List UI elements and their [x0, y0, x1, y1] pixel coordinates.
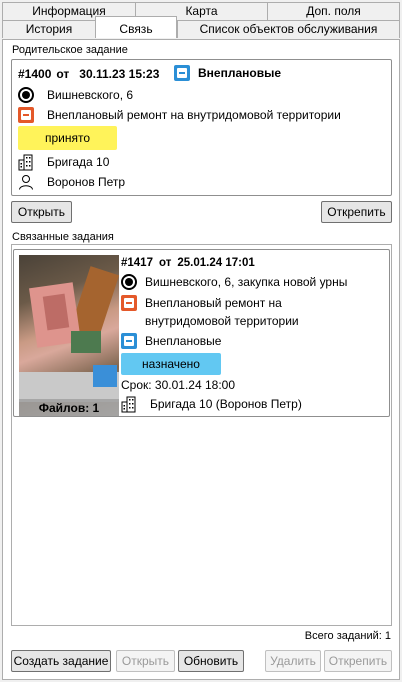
parent-work-type: Внеплановый ремонт на внутридомовой терр… [47, 108, 341, 122]
building-icon [121, 395, 137, 413]
unpin-linked-button[interactable]: Открепить [324, 650, 392, 672]
open-linked-button[interactable]: Открыть [116, 650, 175, 672]
linked-brigade: Бригада 10 (Воронов Петр) [150, 397, 302, 411]
total-tasks-label: Всего заданий: 1 [304, 630, 391, 642]
parent-task-date: 30.11.23 15:23 [79, 67, 160, 81]
parent-person: Воронов Петр [47, 175, 126, 189]
blue-calendar-icon [121, 333, 137, 349]
tab-extra-fields[interactable]: Доп. поля [267, 2, 400, 20]
tab-history[interactable]: История [2, 20, 95, 38]
parent-status-badge: принято [18, 126, 117, 150]
task-photo-thumbnail[interactable]: Файлов: 1 [19, 255, 119, 416]
linked-group-title: Связанные задания [12, 231, 114, 243]
blue-calendar-icon [174, 65, 190, 81]
linked-task-number: #1417 [121, 257, 153, 269]
person-icon [18, 174, 34, 190]
tab-link[interactable]: Связь [95, 16, 177, 38]
create-task-button[interactable]: Создать задание [11, 650, 111, 672]
orange-task-icon [18, 107, 34, 123]
radio-target-icon [18, 87, 34, 103]
linked-deadline: Срок: 30.01.24 18:00 [121, 378, 236, 392]
tab-service-objects[interactable]: Список объектов обслуживания [177, 20, 400, 38]
delete-button[interactable]: Удалить [265, 650, 321, 672]
building-icon [18, 153, 34, 171]
parent-status-label: принято [44, 131, 91, 145]
linked-status-badge: назначено [121, 353, 221, 375]
linked-work-type-line1: Внеплановый ремонт на [145, 296, 282, 310]
parent-from-label: от [56, 67, 70, 81]
linked-work-type-line2: внутридомовой территории [145, 314, 299, 328]
linked-task-card[interactable]: Файлов: 1 #1417 от 25.01.24 17:01 Вишнев… [13, 249, 390, 417]
radio-target-icon [121, 274, 137, 290]
refresh-button[interactable]: Обновить [178, 650, 244, 672]
parent-brigade: Бригада 10 [47, 155, 110, 169]
parent-task-number: #1400 [18, 67, 52, 81]
parent-category: Внеплановые [198, 66, 282, 80]
tab-row-top: Информация Карта Доп. поля [2, 2, 400, 20]
files-count-label: Файлов: 1 [19, 399, 119, 416]
linked-task-date: 25.01.24 17:01 [177, 257, 255, 269]
linked-address: Вишневского, 6, закупка новой урны [145, 275, 348, 289]
link-tab-panel: Родительское задание #1400 от 30.11.23 1… [2, 39, 400, 680]
linked-status-label: назначено [142, 357, 200, 371]
parent-unpin-button[interactable]: Открепить [321, 201, 392, 223]
linked-from-label: от [158, 257, 172, 269]
parent-open-button[interactable]: Открыть [11, 201, 72, 223]
linked-category: Внеплановые [145, 334, 222, 348]
orange-task-icon [121, 295, 137, 311]
parent-task-card[interactable]: #1400 от 30.11.23 15:23 Внеплановые Вишн… [11, 59, 392, 196]
linked-tasks-list[interactable]: Файлов: 1 #1417 от 25.01.24 17:01 Вишнев… [11, 244, 392, 626]
parent-group-title: Родительское задание [12, 44, 128, 56]
tab-row-bottom: История Связь Список объектов обслуживан… [2, 16, 400, 38]
parent-address: Вишневского, 6 [47, 88, 134, 102]
